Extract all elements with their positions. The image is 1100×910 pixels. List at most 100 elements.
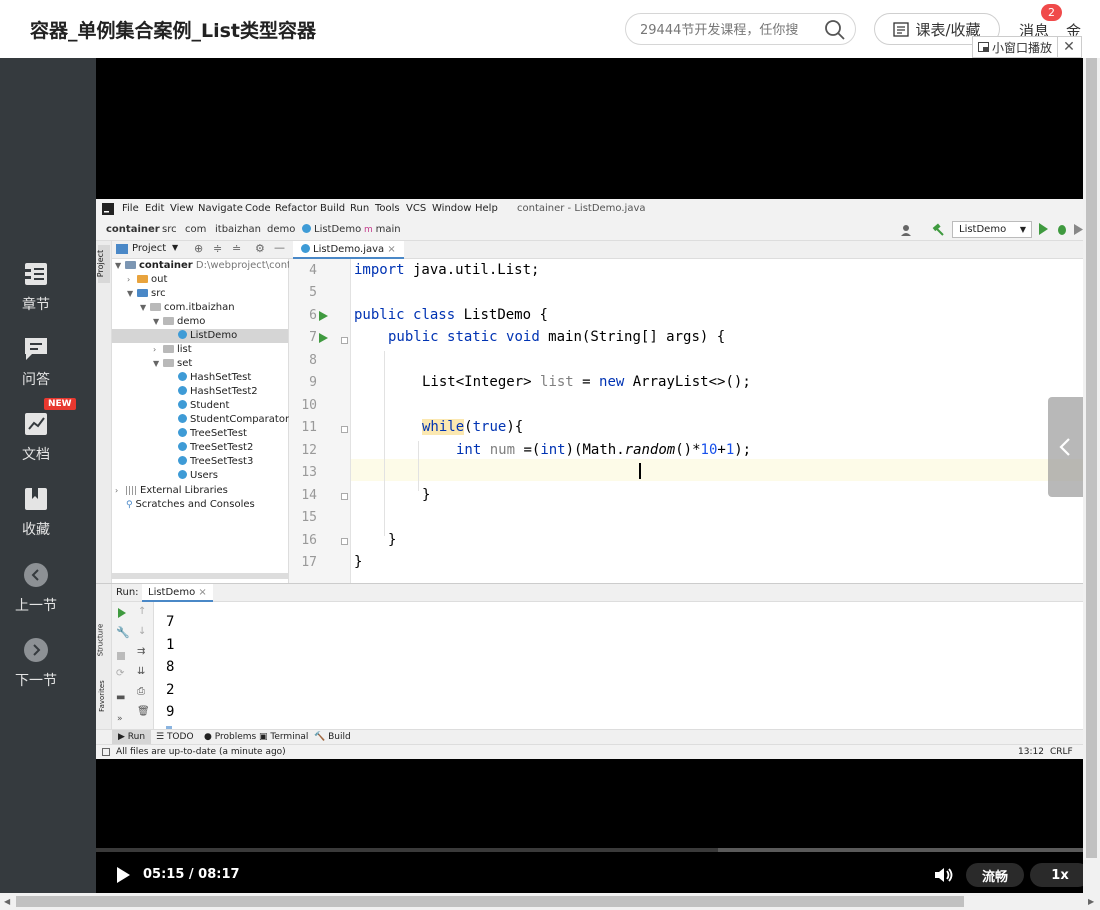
stop-icon[interactable] xyxy=(117,652,125,660)
search-input[interactable] xyxy=(640,20,820,40)
tree-item[interactable]: TreeSetTest2 xyxy=(178,441,253,455)
run-main-icon[interactable] xyxy=(319,333,328,343)
search-icon[interactable] xyxy=(824,19,846,41)
menu-build[interactable]: Build xyxy=(320,203,345,214)
menu-edit[interactable]: Edit xyxy=(145,203,164,214)
tree-item[interactable]: › list xyxy=(153,343,192,357)
tool-tab-run[interactable]: ▶ Run xyxy=(112,730,152,744)
expand-all-icon[interactable]: ≑ xyxy=(213,242,222,255)
playback-speed-button[interactable]: 1x xyxy=(1030,863,1090,887)
tool-tab-todo[interactable]: ☰ TODO xyxy=(156,732,194,742)
tree-item[interactable]: ▼ set xyxy=(153,357,192,371)
editor-tab-listdemo[interactable]: ListDemo.java × xyxy=(293,241,404,259)
tree-item[interactable]: ▼ com.itbaizhan xyxy=(140,301,235,315)
vertical-scrollbar-thumb[interactable] xyxy=(1086,58,1097,858)
fold-icon[interactable] xyxy=(341,337,348,344)
gear-icon[interactable]: ⚙ xyxy=(255,242,265,255)
close-icon[interactable]: ✕ xyxy=(1058,39,1080,55)
tool-tab-build[interactable]: 🔨 Build xyxy=(314,732,351,742)
menu-run[interactable]: Run xyxy=(350,203,369,214)
build-hammer-icon[interactable] xyxy=(932,223,945,236)
sidebar-item-next[interactable]: 下一节 xyxy=(0,638,72,690)
quality-button[interactable]: 流畅 xyxy=(966,863,1024,887)
tree-item[interactable]: Users xyxy=(178,469,218,483)
arrow-up-icon[interactable]: ↑ xyxy=(138,606,146,617)
tree-item[interactable]: ▼ container D:\webproject\containe xyxy=(115,259,312,273)
project-panel-scrollbar[interactable] xyxy=(112,573,288,579)
rerun-icon[interactable] xyxy=(118,608,126,618)
code-editor[interactable]: ListDemo.java × 4 5 6 7 8 9 10 11 12 13 … xyxy=(289,241,1083,583)
wrench-icon[interactable]: 🔧 xyxy=(116,626,130,639)
cursor-position[interactable]: 13:12 xyxy=(1018,747,1044,757)
structure-tool-label[interactable]: Structure xyxy=(96,624,104,657)
breadcrumb-demo[interactable]: demo xyxy=(267,224,295,235)
tool-tab-problems[interactable]: ● Problems xyxy=(204,732,256,742)
menu-file[interactable]: File xyxy=(122,203,139,214)
breadcrumb-project[interactable]: container xyxy=(106,224,160,235)
favorites-tool-label[interactable]: Favorites xyxy=(98,680,106,712)
status-toggle-icon[interactable] xyxy=(102,748,110,756)
sidebar-item-favorites[interactable]: 收藏 xyxy=(0,485,72,539)
breadcrumb-method[interactable]: m main xyxy=(364,224,401,235)
menu-refactor[interactable]: Refactor xyxy=(275,203,317,214)
chevron-down-icon[interactable]: ▼ xyxy=(172,243,178,252)
menu-window[interactable]: Window xyxy=(432,203,471,214)
print-icon[interactable]: ⎙ xyxy=(137,686,145,697)
tree-item[interactable]: › |||| External Libraries xyxy=(115,484,228,498)
line-separator[interactable]: CRLF xyxy=(1050,747,1073,757)
vertical-scrollbar[interactable] xyxy=(1083,58,1100,893)
fold-icon[interactable] xyxy=(341,538,348,545)
tree-item[interactable]: TreeSetTest xyxy=(178,427,247,441)
minimize-icon[interactable]: — xyxy=(274,241,285,254)
tree-item[interactable]: TreeSetTest3 xyxy=(178,455,253,469)
arrow-down-icon[interactable]: ↓ xyxy=(138,626,146,637)
tree-item[interactable]: ⚲ Scratches and Consoles xyxy=(126,498,255,512)
breadcrumb-class[interactable]: ListDemo xyxy=(302,224,361,235)
scroll-right-arrow-icon[interactable]: ▶ xyxy=(1088,897,1094,906)
video-progress-bar[interactable] xyxy=(96,848,1083,852)
run-class-icon[interactable] xyxy=(319,311,328,321)
fold-icon[interactable] xyxy=(341,493,348,500)
menu-tools[interactable]: Tools xyxy=(375,203,400,214)
tree-item[interactable]: ▼ src xyxy=(127,287,166,301)
sidebar-item-qa[interactable]: 问答 xyxy=(0,335,72,389)
sidebar-item-previous[interactable]: 上一节 xyxy=(0,563,72,615)
tool-tab-terminal[interactable]: ▣ Terminal xyxy=(259,732,308,742)
tree-item[interactable]: › out xyxy=(127,273,167,287)
run-icon[interactable] xyxy=(1039,223,1048,235)
run-config-select[interactable]: ListDemo ▼ xyxy=(952,221,1032,238)
horizontal-scrollbar[interactable]: ◀ ▶ xyxy=(0,893,1100,910)
tree-item[interactable]: StudentComparator xyxy=(178,413,289,427)
mini-window-button[interactable]: 小窗口播放 xyxy=(973,37,1059,57)
project-tool-button[interactable]: Project xyxy=(96,245,110,283)
project-panel-title[interactable]: Project xyxy=(132,243,166,254)
dump-threads-icon[interactable]: ⟳ xyxy=(116,668,124,679)
user-icon[interactable] xyxy=(901,224,915,236)
volume-icon[interactable] xyxy=(934,866,954,884)
tree-item[interactable]: HashSetTest2 xyxy=(178,385,258,399)
debug-bug-icon[interactable] xyxy=(1056,223,1068,236)
trash-icon[interactable]: 🗑 xyxy=(137,706,150,717)
tree-item[interactable]: Student xyxy=(178,399,229,413)
more-icon[interactable]: » xyxy=(117,714,123,724)
search-box[interactable] xyxy=(625,13,856,45)
tree-item[interactable]: HashSetTest xyxy=(178,371,251,385)
console-output[interactable]: 9 7 1 8 2 9 xyxy=(154,602,1083,730)
menu-help[interactable]: Help xyxy=(475,203,498,214)
close-icon[interactable]: × xyxy=(387,244,395,255)
sidebar-item-docs[interactable]: 文档 xyxy=(0,410,72,464)
coverage-icon[interactable] xyxy=(1074,224,1083,235)
menu-navigate[interactable]: Navigate xyxy=(198,203,243,214)
menu-view[interactable]: View xyxy=(170,203,194,214)
fold-icon[interactable] xyxy=(341,426,348,433)
breadcrumb-itbaizhan[interactable]: itbaizhan xyxy=(215,224,261,235)
layout-icon[interactable]: ▬ xyxy=(116,692,125,703)
collapse-panel-button[interactable] xyxy=(1048,397,1083,497)
horizontal-scrollbar-thumb[interactable] xyxy=(16,896,964,907)
locate-icon[interactable]: ⊕ xyxy=(194,242,203,255)
close-icon[interactable]: × xyxy=(198,587,206,598)
menu-code[interactable]: Code xyxy=(245,203,271,214)
breadcrumb-src[interactable]: src xyxy=(162,224,177,235)
tree-item-selected[interactable]: ListDemo xyxy=(112,329,288,343)
menu-vcs[interactable]: VCS xyxy=(406,203,426,214)
